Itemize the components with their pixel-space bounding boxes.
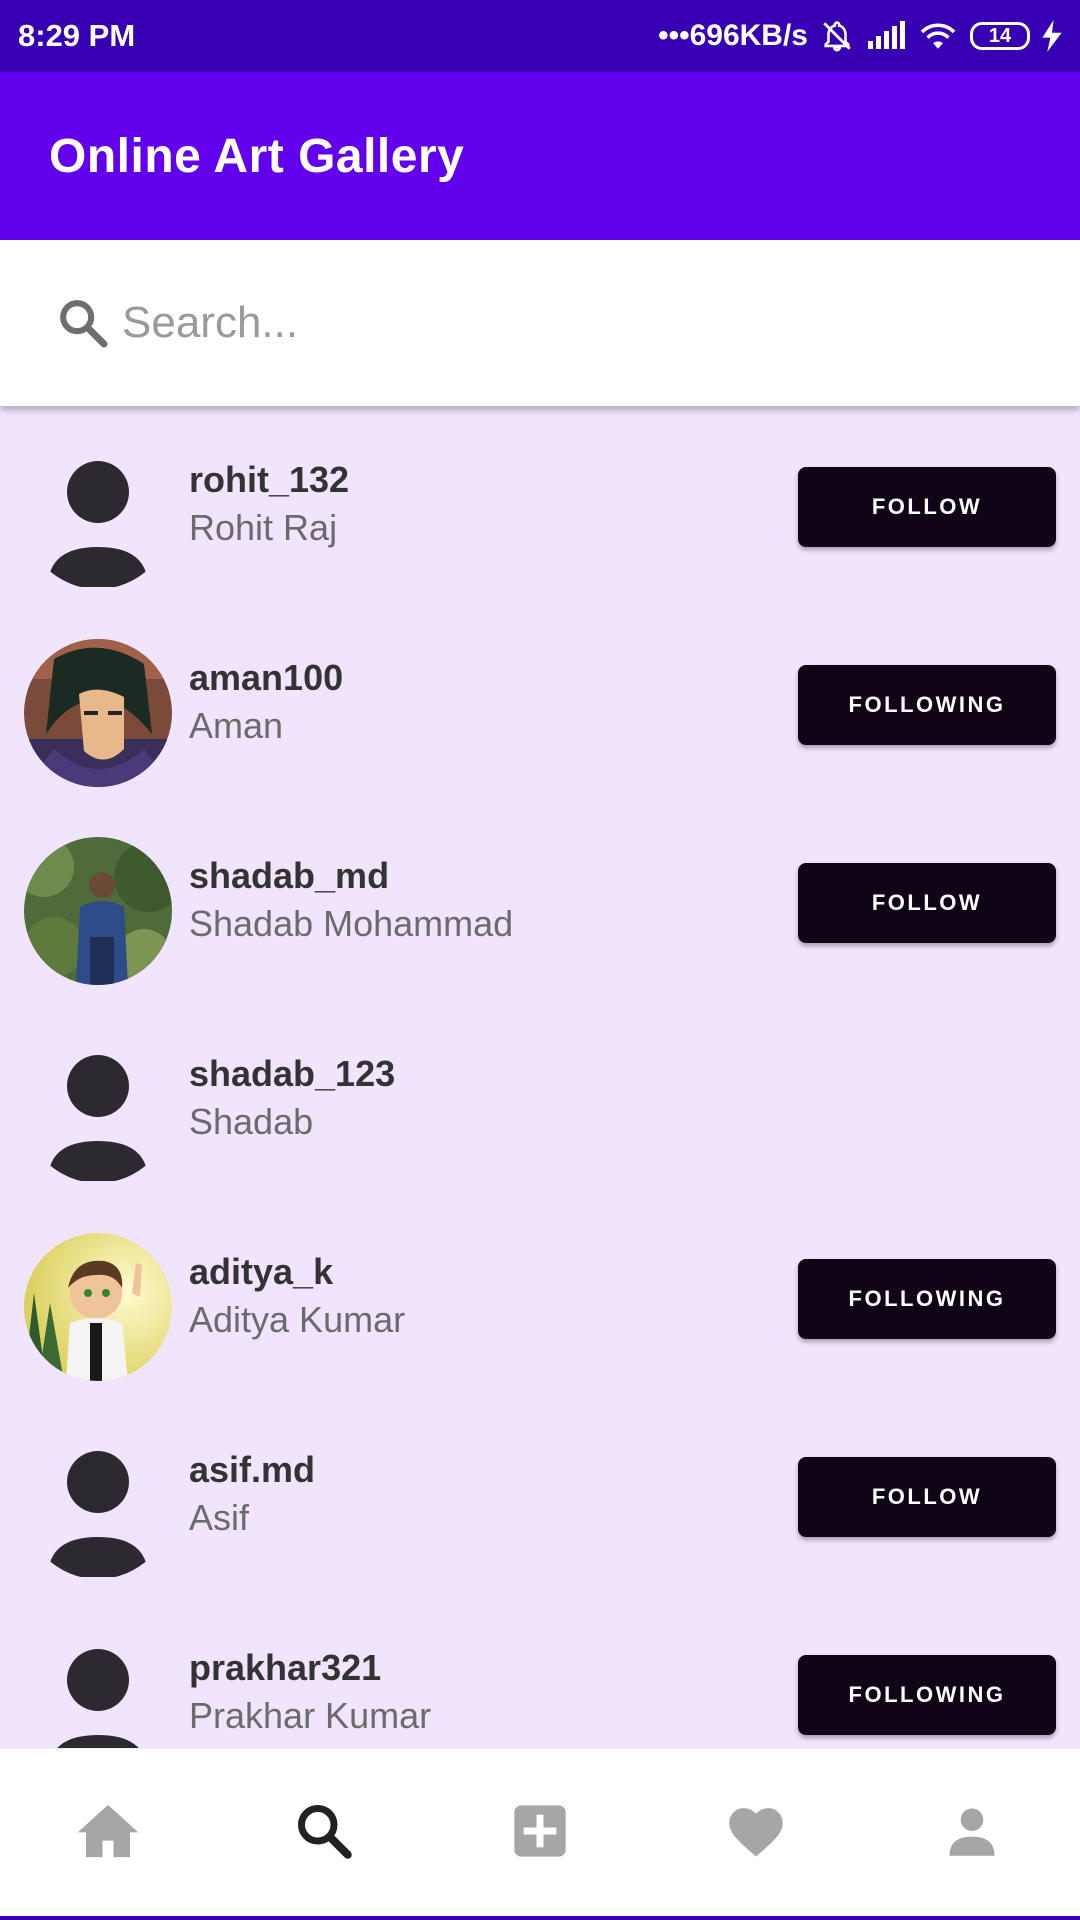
list-item[interactable]: asif.md Asif FOLLOW xyxy=(0,1396,1080,1594)
user-names: prakhar321 Prakhar Kumar xyxy=(189,1646,431,1742)
full-name: Asif xyxy=(189,1497,250,1538)
user-names: aditya_k Aditya Kumar xyxy=(189,1250,405,1346)
profile-icon xyxy=(945,1804,999,1863)
following-button[interactable]: FOLLOWING xyxy=(798,1259,1056,1339)
signal-icon xyxy=(866,21,906,51)
username: shadab_123 xyxy=(189,1053,396,1094)
battery-icon: 14 xyxy=(970,22,1030,50)
username: asif.md xyxy=(189,1449,316,1490)
list-item[interactable]: rohit_132 Rohit Raj FOLLOW xyxy=(0,406,1080,604)
username: aman100 xyxy=(189,657,344,698)
full-name: Aditya Kumar xyxy=(189,1299,406,1340)
full-name: Shadab Mohammad xyxy=(189,903,514,944)
nav-profile[interactable] xyxy=(864,1749,1080,1917)
wifi-icon xyxy=(918,20,958,52)
username: shadab_md xyxy=(189,855,390,896)
person-outdoors-photo xyxy=(24,837,172,985)
user-list: rohit_132 Rohit Raj FOLLOW aman100 Aman … xyxy=(0,406,1080,1748)
app-title: Online Art Gallery xyxy=(49,129,465,183)
username: rohit_132 xyxy=(189,459,350,500)
follow-button[interactable]: FOLLOW xyxy=(798,1457,1056,1537)
status-bar: 8:29 PM •••696KB/s 14 xyxy=(0,0,1080,72)
default-user-avatar xyxy=(24,1431,172,1579)
user-names: shadab_md Shadab Mohammad xyxy=(189,854,513,950)
charging-bolt-icon xyxy=(1042,20,1062,52)
app-bar: Online Art Gallery xyxy=(0,72,1080,240)
follow-button[interactable]: FOLLOW xyxy=(798,467,1056,547)
following-button[interactable]: FOLLOWING xyxy=(798,1655,1056,1735)
search-icon xyxy=(294,1801,354,1866)
cartoon-boy-photo xyxy=(24,1233,172,1381)
search-input[interactable] xyxy=(120,297,924,349)
user-names: shadab_123 Shadab xyxy=(189,1052,395,1148)
default-user-avatar xyxy=(24,1035,172,1183)
list-item[interactable]: prakhar321 Prakhar Kumar FOLLOWING xyxy=(0,1594,1080,1748)
network-speed: •••696KB/s xyxy=(658,19,808,52)
nav-search[interactable] xyxy=(216,1749,432,1917)
list-item[interactable]: aman100 Aman FOLLOWING xyxy=(0,604,1080,802)
full-name: Aman xyxy=(189,705,284,746)
full-name: Prakhar Kumar xyxy=(189,1695,432,1736)
list-item[interactable]: shadab_123 Shadab xyxy=(0,1000,1080,1198)
battery-level: 14 xyxy=(988,24,1012,47)
default-user-avatar xyxy=(24,1629,172,1748)
search-icon xyxy=(54,294,112,352)
muted-bell-icon xyxy=(820,19,854,53)
heart-icon xyxy=(725,1803,787,1864)
username: aditya_k xyxy=(189,1251,334,1292)
system-nav-line xyxy=(0,1916,1080,1920)
full-name: Rohit Raj xyxy=(189,507,338,548)
user-names: asif.md Asif xyxy=(189,1448,315,1544)
cartoon-character-photo xyxy=(24,639,172,787)
bottom-navigation xyxy=(0,1748,1080,1917)
username: prakhar321 xyxy=(189,1647,382,1688)
full-name: Shadab xyxy=(189,1101,314,1142)
following-button[interactable]: FOLLOWING xyxy=(798,665,1056,745)
add-box-icon xyxy=(512,1803,568,1864)
home-icon xyxy=(75,1802,141,1865)
nav-favorites[interactable] xyxy=(648,1749,864,1917)
user-names: aman100 Aman xyxy=(189,656,343,752)
follow-button[interactable]: FOLLOW xyxy=(798,863,1056,943)
nav-home[interactable] xyxy=(0,1749,216,1917)
list-item[interactable]: shadab_md Shadab Mohammad FOLLOW xyxy=(0,802,1080,1000)
status-indicators: •••696KB/s 14 xyxy=(658,19,1062,53)
nav-add[interactable] xyxy=(432,1749,648,1917)
search-bar xyxy=(0,240,1080,406)
status-time: 8:29 PM xyxy=(18,18,136,53)
user-names: rohit_132 Rohit Raj xyxy=(189,458,349,554)
default-user-avatar xyxy=(24,441,172,589)
list-item[interactable]: aditya_k Aditya Kumar FOLLOWING xyxy=(0,1198,1080,1396)
